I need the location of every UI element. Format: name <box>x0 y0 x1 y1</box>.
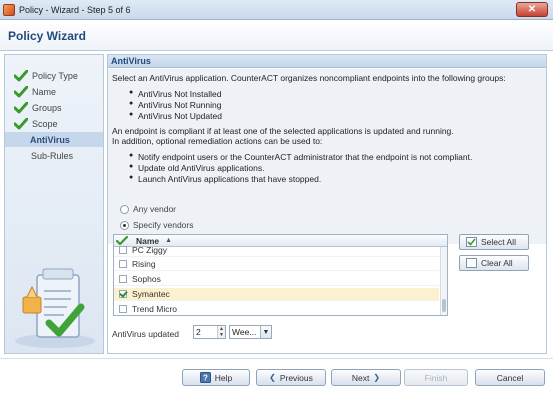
group-item: AntiVirus Not Running <box>129 100 222 110</box>
radio-label: Specify vendors <box>133 220 194 230</box>
previous-button[interactable]: ❮ Previous <box>256 369 326 386</box>
nav-item-groups[interactable]: Groups <box>5 100 103 115</box>
check-icon <box>14 117 30 131</box>
scrollbar-thumb[interactable] <box>442 299 446 312</box>
spinner-arrows-icon[interactable]: ▲ ▼ <box>217 326 225 338</box>
help-icon: ? <box>199 372 211 383</box>
antivirus-panel: AntiVirus Select an AntiVirus applicatio… <box>107 54 547 354</box>
clear-all-icon <box>466 258 477 268</box>
wizard-title: Policy Wizard <box>8 28 86 43</box>
action-item: Notify endpoint users or the CounterACT … <box>129 152 472 162</box>
group-item: AntiVirus Not Installed <box>129 89 222 99</box>
vendor-table[interactable]: Name ▲ PC Ziggy Rising Sophos Symantec T… <box>113 234 448 316</box>
vendor-name: PC Ziggy <box>132 245 167 255</box>
chevron-down-icon[interactable]: ▼ <box>260 326 271 338</box>
updated-label: AntiVirus updated <box>112 329 179 339</box>
row-checkbox[interactable] <box>119 246 127 254</box>
button-label: Finish <box>424 372 448 383</box>
chevron-right-icon: ❯ <box>373 373 381 382</box>
row-checkbox[interactable] <box>119 260 127 268</box>
button-label: Cancel <box>496 372 524 383</box>
updated-unit-select[interactable]: Wee... ▼ <box>229 325 272 339</box>
table-row-selected[interactable]: Symantec <box>114 288 439 301</box>
button-label: Previous <box>279 372 313 383</box>
section-title: AntiVirus <box>108 55 546 68</box>
footer-divider <box>0 358 553 359</box>
svg-text:?: ? <box>203 374 208 383</box>
cancel-button[interactable]: Cancel <box>475 369 545 386</box>
wizard-illustration-icon <box>15 268 95 348</box>
nav-item-name[interactable]: Name <box>5 84 103 99</box>
button-label: Select All <box>481 237 516 247</box>
vendor-list-scrollbar[interactable] <box>440 247 447 315</box>
vendor-name: Symantec <box>132 289 170 299</box>
radio-dot[interactable] <box>120 204 129 214</box>
wizard-step-nav: Policy Type Name Groups Scope AntiVirus … <box>4 54 104 354</box>
nav-item-label: Sub-Rules <box>31 150 74 161</box>
chevron-left-icon: ❮ <box>269 373 276 382</box>
nav-item-sub-rules[interactable]: Sub-Rules <box>5 148 103 163</box>
compliance-text: An endpoint is compliant if at least one… <box>112 126 454 136</box>
app-icon <box>3 3 15 16</box>
table-row[interactable]: Sophos <box>114 273 439 286</box>
select-all-icon <box>466 237 477 247</box>
table-row[interactable]: Rising <box>114 258 439 271</box>
remediation-intro: In addition, optional remediation action… <box>112 136 323 146</box>
nav-item-label: AntiVirus <box>30 134 70 145</box>
help-button[interactable]: ? Help <box>182 369 250 386</box>
table-row[interactable]: Trend Micro <box>114 303 439 315</box>
nav-item-policy-type[interactable]: Policy Type <box>5 68 103 83</box>
row-checkbox[interactable] <box>119 275 127 283</box>
spinner-value: 2 <box>196 327 201 337</box>
nav-item-scope[interactable]: Scope <box>5 116 103 131</box>
check-icon <box>14 101 30 115</box>
wizard-header: Policy Wizard <box>0 21 553 51</box>
window-title-bar: Policy - Wizard - Step 5 of 6 ✕ <box>0 0 553 20</box>
nav-item-label: Scope <box>32 118 58 129</box>
action-item: Update old AntiVirus applications. <box>129 163 265 173</box>
finish-button[interactable]: Finish <box>404 369 468 386</box>
window-close-button[interactable]: ✕ <box>516 2 548 17</box>
unit-value: Wee... <box>232 327 257 337</box>
row-checkbox[interactable] <box>119 290 127 298</box>
vendor-name: Sophos <box>132 274 161 284</box>
group-item: AntiVirus Not Updated <box>129 111 222 121</box>
radio-label: Any vendor <box>133 204 176 214</box>
button-label: Help <box>214 372 233 383</box>
button-label: Next <box>351 372 370 383</box>
any-vendor-radio[interactable]: Any vendor <box>120 204 176 214</box>
check-icon <box>14 69 30 83</box>
nav-item-label: Groups <box>32 102 62 113</box>
nav-item-label: Name <box>32 86 57 97</box>
radio-dot[interactable] <box>120 220 129 230</box>
specify-vendors-radio[interactable]: Specify vendors <box>120 220 193 230</box>
button-label: Clear All <box>481 258 513 268</box>
sort-ascending-icon: ▲ <box>165 237 173 244</box>
intro-text: Select an AntiVirus application. Counter… <box>112 73 506 83</box>
check-icon <box>14 85 30 99</box>
info-area: Select an AntiVirus application. Counter… <box>108 69 546 244</box>
clear-all-button[interactable]: Clear All <box>459 255 529 271</box>
action-item: Launch AntiVirus applications that have … <box>129 174 321 184</box>
table-row[interactable]: PC Ziggy <box>114 244 439 257</box>
select-all-button[interactable]: Select All <box>459 234 529 250</box>
window-title: Policy - Wizard - Step 5 of 6 <box>19 4 131 15</box>
nav-item-antivirus[interactable]: AntiVirus <box>5 132 103 147</box>
vendor-name: Trend Micro <box>132 304 178 314</box>
row-checkbox[interactable] <box>119 305 127 313</box>
vendor-name: Rising <box>132 259 156 269</box>
updated-value-spinner[interactable]: 2 ▲ ▼ <box>193 325 226 339</box>
nav-item-label: Policy Type <box>32 70 78 81</box>
next-button[interactable]: Next ❯ <box>331 369 401 386</box>
